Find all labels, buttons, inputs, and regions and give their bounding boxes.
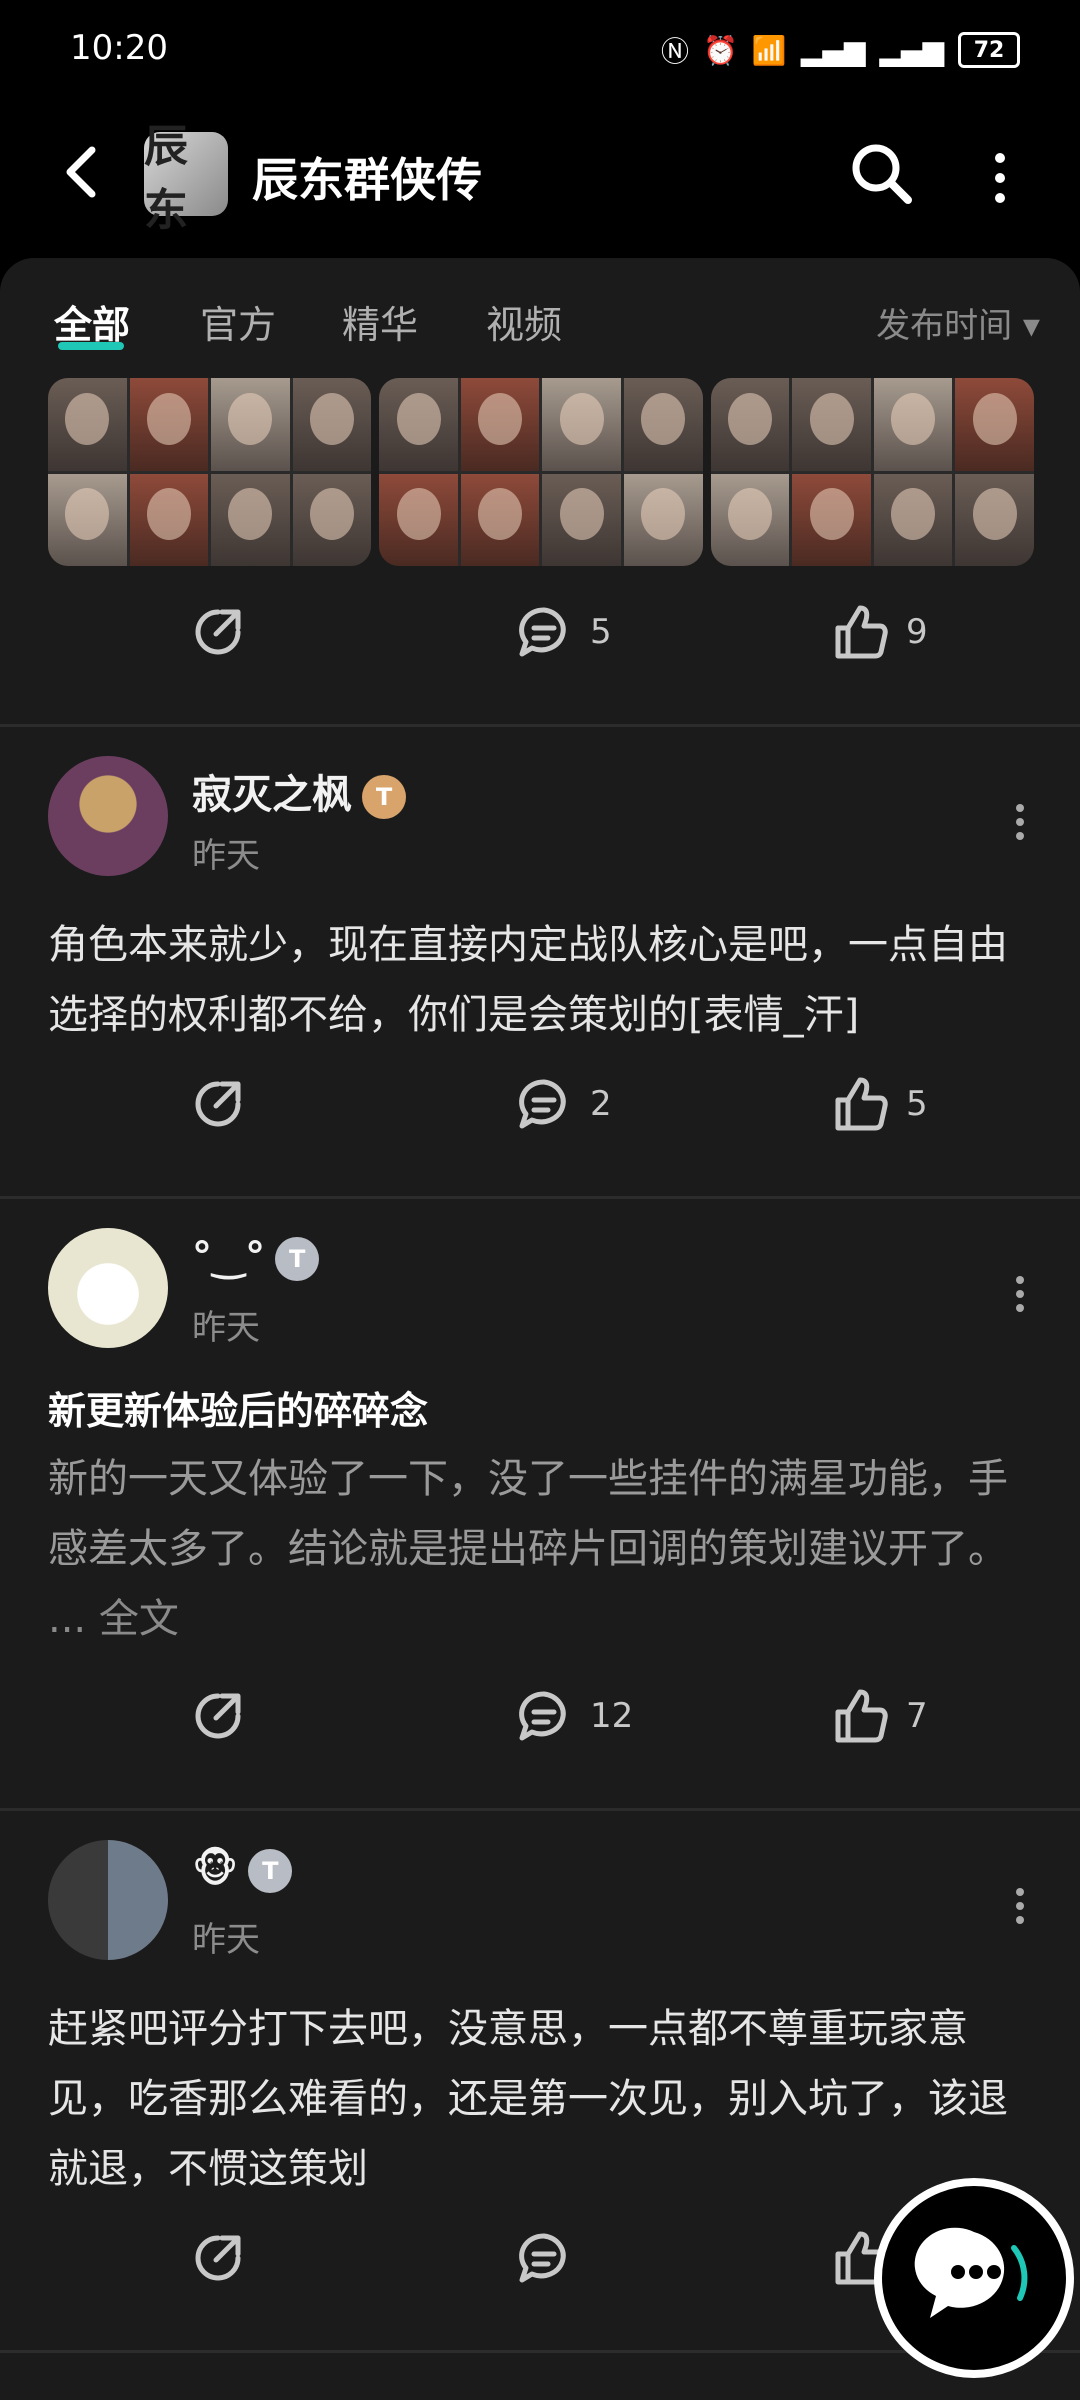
like-button[interactable]: 7 <box>830 1686 928 1746</box>
post-actions: 2 5 <box>0 1074 1080 1154</box>
post-image[interactable] <box>48 378 372 566</box>
read-more-link[interactable]: ... 全文 <box>48 1596 179 1642</box>
top-bar: 辰东 辰东群侠传 <box>0 100 1080 250</box>
signal-icon: ▂▄▆ <box>800 33 866 67</box>
more-options-icon[interactable] <box>980 148 1020 208</box>
share-icon <box>195 1081 241 1127</box>
author-name[interactable]: 寂灭之枫 T <box>192 762 406 820</box>
like-count: 5 <box>906 1084 928 1124</box>
post-image[interactable] <box>710 378 1034 566</box>
battery-icon: 72 <box>958 32 1020 68</box>
comment-count: 12 <box>590 1696 634 1736</box>
active-tab-indicator <box>58 342 124 350</box>
post-time: 昨天 <box>192 836 260 876</box>
tab-featured[interactable]: 精华 <box>342 294 418 349</box>
comment-button[interactable]: 2 <box>514 1074 612 1134</box>
share-button[interactable] <box>188 1074 248 1134</box>
level-badge: T <box>362 775 406 819</box>
post-more-icon[interactable] <box>1010 1886 1030 1926</box>
share-icon <box>195 609 241 655</box>
author-name[interactable]: °‿° T <box>192 1234 320 1281</box>
tab-official[interactable]: 官方 <box>200 294 276 349</box>
post-excerpt[interactable]: 新的一天又体验了一下，没了一些挂件的满星功能，手感差太多了。结论就是提出碎片回调… <box>48 1444 1038 1654</box>
content-panel: 全部 官方 精华 视频 发布时间 ▾ 5 9 寂灭之枫 T 昨天 角色本来就少，… <box>0 258 1080 2400</box>
post-content[interactable]: 角色本来就少，现在直接内定战队核心是吧，一点自由选择的权利都不给，你们是会策划的… <box>48 910 1038 1050</box>
tab-all[interactable]: 全部 <box>54 294 130 349</box>
post-actions: 5 9 <box>0 602 1080 682</box>
back-arrow-icon[interactable] <box>54 142 114 202</box>
thumbs-up-icon <box>835 605 888 659</box>
status-time: 10:20 <box>70 28 168 68</box>
level-badge: T <box>248 1849 293 1893</box>
share-button[interactable] <box>188 1686 248 1746</box>
post-actions: 12 7 <box>0 1686 1080 1766</box>
post-more-icon[interactable] <box>1010 802 1030 842</box>
chat-fab-button[interactable] <box>874 2178 1074 2378</box>
thumbs-up-icon <box>835 1689 888 1743</box>
post-time: 昨天 <box>192 1308 260 1348</box>
share-icon <box>195 1693 241 1739</box>
comment-button[interactable] <box>514 2228 574 2288</box>
wifi-icon: 📶 <box>751 33 787 67</box>
comment-icon <box>519 1079 566 1129</box>
like-button[interactable]: 5 <box>830 1074 928 1134</box>
status-bar: 10:20 Ⓝ ⏰ 📶 ▂▄▆ ▂▄▆ 72 <box>0 0 1080 100</box>
avatar[interactable] <box>48 756 168 876</box>
avatar[interactable] <box>48 1840 168 1960</box>
search-icon[interactable] <box>846 138 918 210</box>
signal-icon-2: ▂▄▆ <box>879 33 944 67</box>
like-button[interactable]: 9 <box>830 602 928 662</box>
tab-video[interactable]: 视频 <box>486 294 562 349</box>
comment-icon <box>519 1691 566 1741</box>
author-name[interactable]: 🐵 T <box>192 1846 293 1893</box>
share-button[interactable] <box>188 602 248 662</box>
nfc-icon: Ⓝ <box>661 35 690 68</box>
divider <box>0 1196 1080 1199</box>
post-image[interactable] <box>379 378 703 566</box>
post-image-grid[interactable] <box>48 378 1034 566</box>
post-more-icon[interactable] <box>1010 1274 1030 1314</box>
app-logo: 辰东 <box>144 121 228 236</box>
comment-count: 5 <box>590 612 612 652</box>
thumbs-up-icon <box>835 1077 888 1131</box>
sort-dropdown[interactable]: 发布时间 ▾ <box>876 298 1040 347</box>
share-icon <box>195 2235 241 2281</box>
comment-button[interactable]: 12 <box>514 1686 633 1746</box>
divider <box>0 724 1080 727</box>
like-count: 7 <box>906 1696 928 1736</box>
divider <box>0 1808 1080 1811</box>
status-icons: Ⓝ ⏰ 📶 ▂▄▆ ▂▄▆ 72 <box>661 24 1020 76</box>
post-title[interactable]: 新更新体验后的碎碎念 <box>48 1380 428 1435</box>
post-time: 昨天 <box>192 1920 260 1960</box>
chat-bubble-icon <box>914 2227 1028 2318</box>
avatar[interactable] <box>48 1228 168 1348</box>
alarm-icon: ⏰ <box>703 33 738 67</box>
comment-icon <box>519 607 566 657</box>
post-content[interactable]: 赶紧吧评分打下去吧，没意思，一点都不尊重玩家意见，吃香那么难看的，还是第一次见，… <box>48 1994 1038 2204</box>
share-button[interactable] <box>188 2228 248 2288</box>
level-badge: T <box>275 1237 320 1281</box>
comment-count: 2 <box>590 1084 612 1124</box>
tab-bar: 全部 官方 精华 视频 发布时间 ▾ <box>0 258 1080 378</box>
comment-icon <box>519 2233 566 2283</box>
page-title: 辰东群侠传 <box>252 153 482 207</box>
like-count: 9 <box>906 612 928 652</box>
comment-button[interactable]: 5 <box>514 602 612 662</box>
